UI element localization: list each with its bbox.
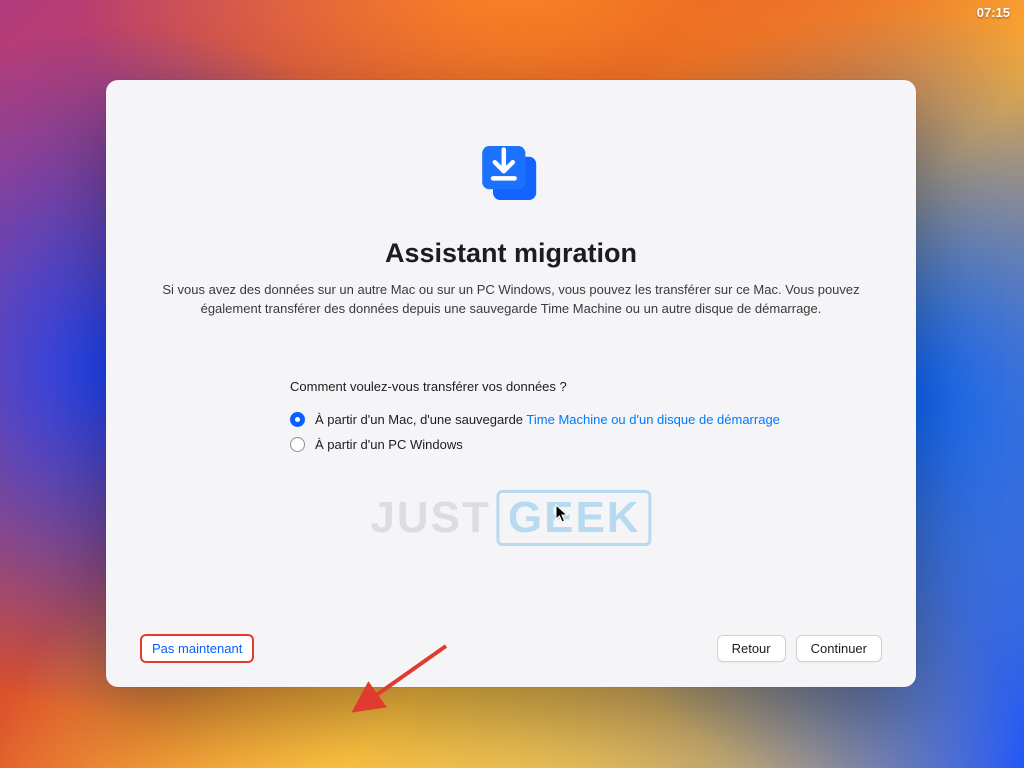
watermark-left: JUST xyxy=(370,493,490,543)
radio-unselected-icon xyxy=(290,437,305,452)
hero: Assistant migration Si vous avez des don… xyxy=(140,128,882,319)
migration-icon xyxy=(466,128,556,218)
option-label: À partir d'un Mac, d'une sauvegarde Time… xyxy=(315,412,780,427)
option-from-mac[interactable]: À partir d'un Mac, d'une sauvegarde Time… xyxy=(290,412,882,427)
menubar: 07:15 xyxy=(0,0,1024,24)
option-from-windows-pc[interactable]: À partir d'un PC Windows xyxy=(290,437,882,452)
transfer-question: Comment voulez-vous transférer vos donné… xyxy=(290,379,882,394)
menubar-clock: 07:15 xyxy=(977,5,1010,20)
transfer-question-block: Comment voulez-vous transférer vos donné… xyxy=(290,379,882,462)
migration-assistant-panel: Assistant migration Si vous avez des don… xyxy=(106,80,916,687)
option-label-prefix: À partir d'un PC Windows xyxy=(315,437,463,452)
page-title: Assistant migration xyxy=(385,238,637,269)
option-label-link: Time Machine ou d'un disque de démarrage xyxy=(526,412,779,427)
page-description: Si vous avez des données sur un autre Ma… xyxy=(151,281,871,319)
option-label-prefix: À partir d'un Mac, d'une sauvegarde xyxy=(315,412,526,427)
option-label: À partir d'un PC Windows xyxy=(315,437,463,452)
watermark: JUST GEEK xyxy=(370,490,651,546)
radio-selected-icon xyxy=(290,412,305,427)
watermark-right: GEEK xyxy=(497,490,652,546)
continue-button[interactable]: Continuer xyxy=(796,635,882,662)
footer: Pas maintenant Retour Continuer xyxy=(140,622,882,663)
not-now-button[interactable]: Pas maintenant xyxy=(140,634,254,663)
back-button[interactable]: Retour xyxy=(717,635,786,662)
